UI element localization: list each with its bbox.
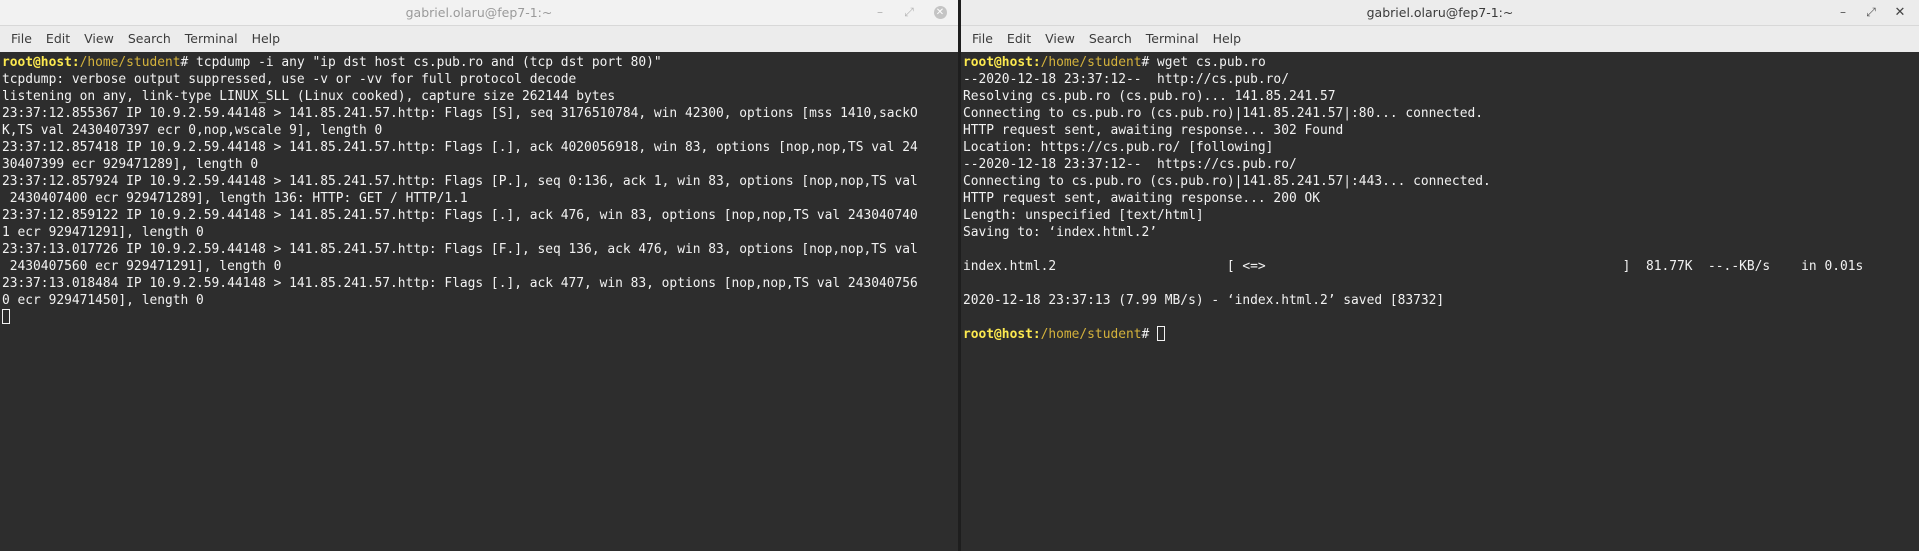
cursor-line: [2, 309, 958, 326]
menu-terminal[interactable]: Terminal: [1139, 26, 1206, 52]
close-icon[interactable]: ✕: [1890, 2, 1910, 22]
output-line: Saving to: ‘index.html.2’: [963, 225, 1158, 240]
menu-view[interactable]: View: [1038, 26, 1082, 52]
output-line: 23:37:13.018484 IP 10.9.2.59.44148 > 141…: [2, 276, 918, 291]
prompt-line: root@host:/home/student# wget cs.pub.ro: [963, 54, 1919, 71]
terminal-output[interactable]: root@host:/home/student# tcpdump -i any …: [0, 52, 958, 551]
prompt-user: root@host:: [2, 55, 80, 70]
menubar: File Edit View Search Terminal Help: [0, 26, 958, 53]
output-line: 2430407560 ecr 929471291], length 0: [2, 259, 282, 274]
window-title: gabriel.olaru@fep7-1:~: [405, 5, 553, 20]
prompt-symbol: #: [1141, 55, 1158, 70]
output-line: 30407399 ecr 929471289], length 0: [2, 157, 259, 172]
close-icon[interactable]: ✕: [930, 2, 950, 22]
menu-terminal[interactable]: Terminal: [178, 26, 245, 52]
output-line: 23:37:12.859122 IP 10.9.2.59.44148 > 141…: [2, 208, 918, 223]
terminal-cursor: [2, 309, 10, 324]
terminal-cursor: [1157, 326, 1166, 341]
output-line: Connecting to cs.pub.ro (cs.pub.ro)|141.…: [963, 174, 1491, 189]
menu-file[interactable]: File: [4, 26, 39, 52]
menu-edit[interactable]: Edit: [1000, 26, 1038, 52]
command-text: wget cs.pub.ro: [1157, 55, 1266, 70]
output-line: 23:37:13.017726 IP 10.9.2.59.44148 > 141…: [2, 242, 918, 257]
output-line: 23:37:12.855367 IP 10.9.2.59.44148 > 141…: [2, 106, 918, 121]
menubar: File Edit View Search Terminal Help: [961, 26, 1919, 53]
prompt-path: /home/student: [1040, 55, 1142, 70]
output-line: K,TS val 2430407397 ecr 0,nop,wscale 9],…: [2, 123, 383, 138]
minimize-icon[interactable]: –: [870, 2, 890, 22]
menu-search[interactable]: Search: [1082, 26, 1139, 52]
output-line: 0 ecr 929471450], length 0: [2, 293, 204, 308]
output-line: --2020-12-18 23:37:12-- http://cs.pub.ro…: [963, 72, 1289, 87]
prompt-symbol: #: [1141, 327, 1158, 342]
output-line: tcpdump: verbose output suppressed, use …: [2, 72, 577, 87]
output-line: Length: unspecified [text/html]: [963, 208, 1204, 223]
output-line: --2020-12-18 23:37:12-- https://cs.pub.r…: [963, 157, 1297, 172]
menu-edit[interactable]: Edit: [39, 26, 77, 52]
minimize-icon[interactable]: –: [1833, 2, 1853, 22]
output-line: 2430407400 ecr 929471289], length 136: H…: [2, 191, 468, 206]
titlebar[interactable]: gabriel.olaru@fep7-1:~ – ⤢ ✕: [961, 0, 1919, 26]
menu-help[interactable]: Help: [245, 26, 288, 52]
prompt-symbol: #: [180, 55, 197, 70]
prompt-line: root@host:/home/student#: [963, 326, 1919, 343]
command-text: tcpdump -i any "ip dst host cs.pub.ro an…: [196, 55, 662, 70]
menu-help[interactable]: Help: [1206, 26, 1249, 52]
output-line: 1 ecr 929471291], length 0: [2, 225, 204, 240]
output-line: Connecting to cs.pub.ro (cs.pub.ro)|141.…: [963, 106, 1483, 121]
prompt-line: root@host:/home/student# tcpdump -i any …: [2, 54, 958, 71]
output-line: 2020-12-18 23:37:13 (7.99 MB/s) - ‘index…: [963, 293, 1445, 308]
output-line: 23:37:12.857418 IP 10.9.2.59.44148 > 141…: [2, 140, 918, 155]
output-line: HTTP request sent, awaiting response... …: [963, 191, 1320, 206]
prompt-user: root@host:: [963, 327, 1041, 342]
prompt-path: /home/student: [1040, 327, 1142, 342]
output-line: 23:37:12.857924 IP 10.9.2.59.44148 > 141…: [2, 174, 918, 189]
menu-file[interactable]: File: [965, 26, 1000, 52]
output-line: Resolving cs.pub.ro (cs.pub.ro)... 141.8…: [963, 89, 1336, 104]
output-line: HTTP request sent, awaiting response... …: [963, 123, 1344, 138]
terminal-output[interactable]: root@host:/home/student# wget cs.pub.ro …: [961, 52, 1919, 551]
maximize-icon[interactable]: ⤢: [1861, 2, 1881, 22]
maximize-icon[interactable]: ⤢: [899, 2, 919, 22]
menu-view[interactable]: View: [77, 26, 121, 52]
titlebar[interactable]: gabriel.olaru@fep7-1:~ – ⤢ ✕: [0, 0, 958, 26]
output-line: Location: https://cs.pub.ro/ [following]: [963, 140, 1274, 155]
output-line: listening on any, link-type LINUX_SLL (L…: [2, 89, 616, 104]
prompt-user: root@host:: [963, 55, 1041, 70]
terminal-window-left[interactable]: gabriel.olaru@fep7-1:~ – ⤢ ✕ File Edit V…: [0, 0, 958, 551]
window-title: gabriel.olaru@fep7-1:~: [1366, 5, 1514, 20]
progress-line: index.html.2 [ <=> ] 81.77K --.-KB/s in …: [963, 259, 1864, 274]
prompt-path: /home/student: [79, 55, 181, 70]
terminal-window-right[interactable]: gabriel.olaru@fep7-1:~ – ⤢ ✕ File Edit V…: [961, 0, 1919, 551]
menu-search[interactable]: Search: [121, 26, 178, 52]
